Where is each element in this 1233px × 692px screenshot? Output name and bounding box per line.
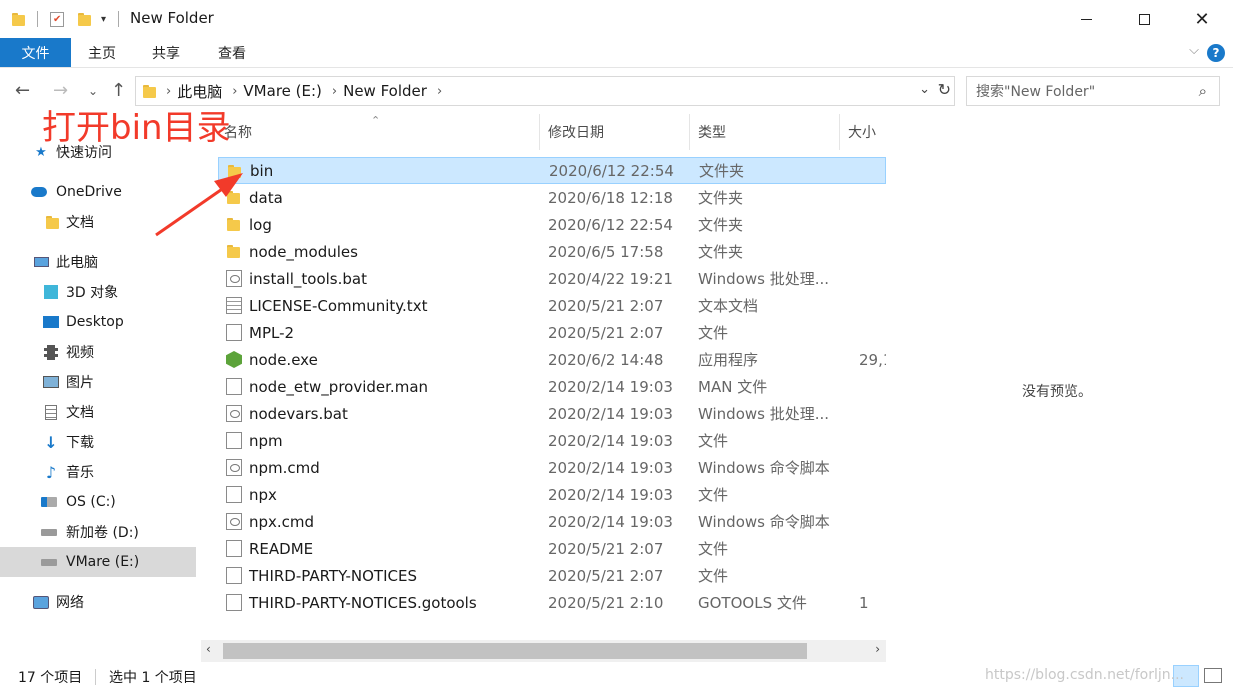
annotation-arrow (155, 173, 243, 237)
